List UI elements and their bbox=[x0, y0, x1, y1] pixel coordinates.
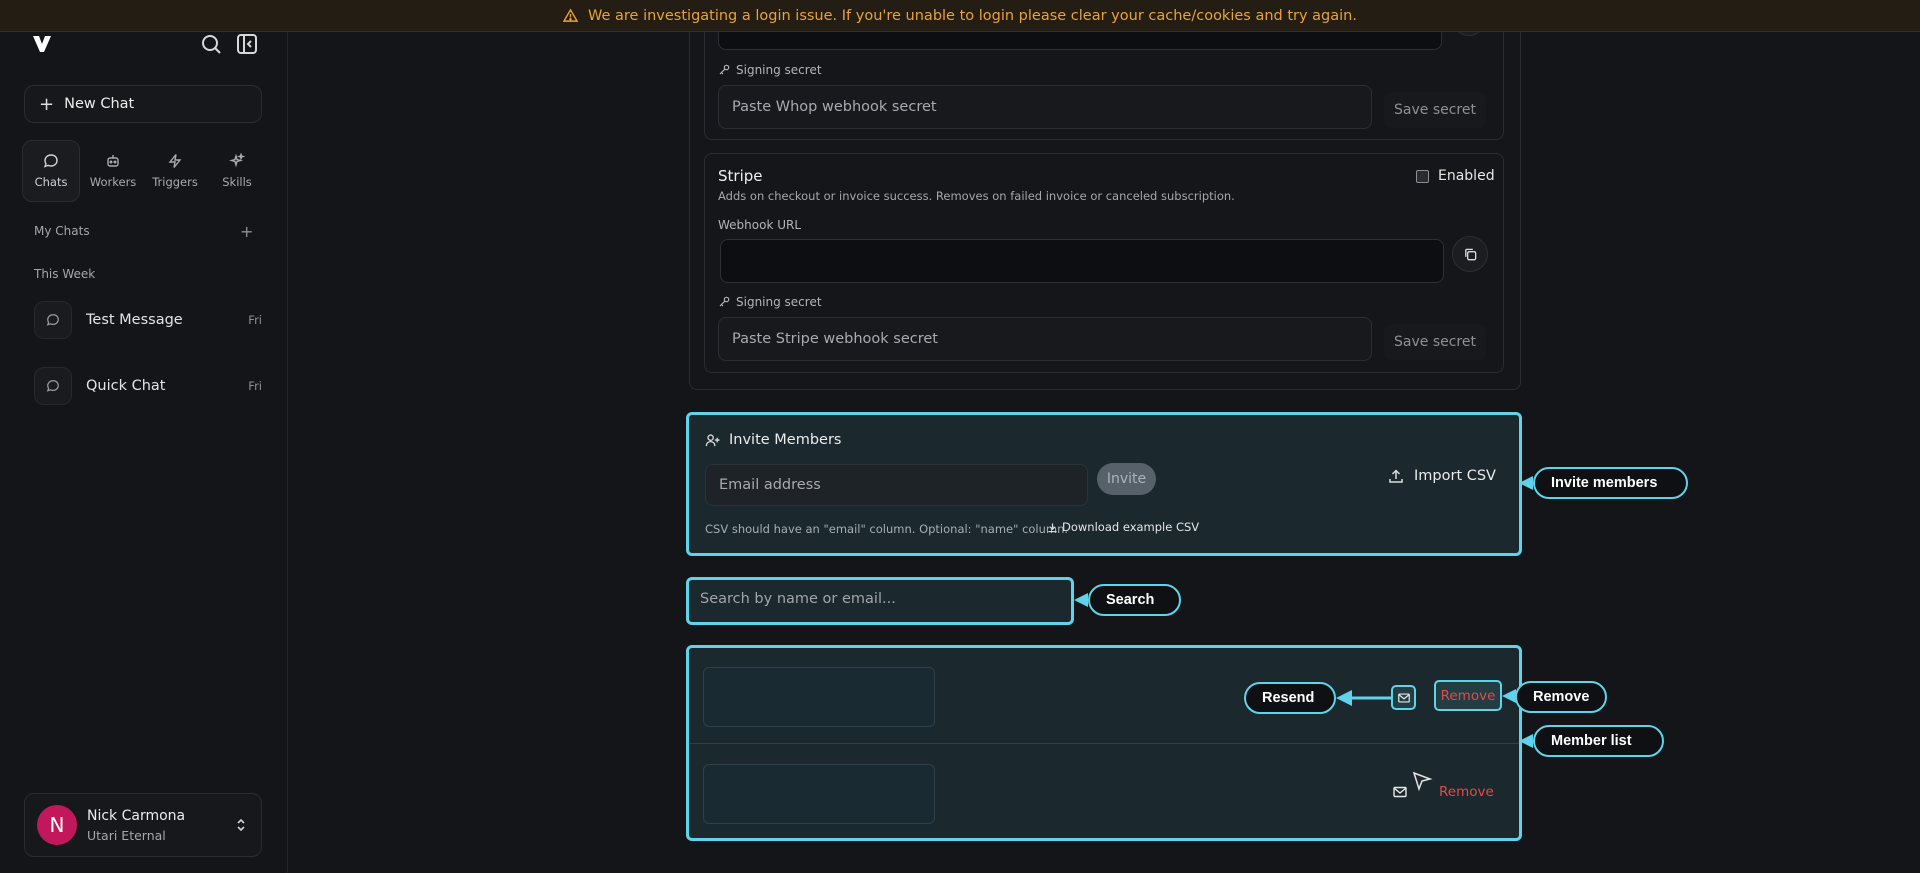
chat-day: Fri bbox=[248, 379, 262, 393]
row-divider bbox=[689, 743, 1519, 744]
chat-list-item[interactable]: Quick Chat Fri bbox=[34, 366, 262, 406]
whop-secret-input[interactable]: Paste Whop webhook secret bbox=[718, 85, 1372, 129]
nav-workers-label: Workers bbox=[89, 175, 137, 189]
chat-list-item[interactable]: Test Message Fri bbox=[34, 300, 262, 340]
nav-skills[interactable]: Skills bbox=[208, 140, 266, 202]
app-logo-icon[interactable] bbox=[30, 32, 54, 56]
email-placeholder: Email address bbox=[719, 477, 821, 493]
upload-icon bbox=[1389, 469, 1403, 483]
chat-title: Test Message bbox=[86, 312, 183, 328]
download-example-link[interactable]: Download example CSV bbox=[1047, 520, 1199, 534]
nav-triggers-label: Triggers bbox=[152, 175, 198, 189]
stripe-secret-input[interactable]: Paste Stripe webhook secret bbox=[718, 317, 1372, 361]
whop-save-secret-button[interactable]: Save secret bbox=[1384, 92, 1486, 128]
mail-icon bbox=[1397, 692, 1410, 703]
invite-button[interactable]: Invite bbox=[1097, 463, 1156, 495]
new-chat-label: New Chat bbox=[64, 96, 135, 112]
whop-secret-placeholder: Paste Whop webhook secret bbox=[732, 99, 937, 115]
whop-signing-label: Signing secret bbox=[718, 63, 822, 77]
nav-skills-label: Skills bbox=[222, 175, 252, 189]
remove-member-button[interactable]: Remove bbox=[1439, 784, 1494, 800]
download-icon bbox=[1048, 522, 1057, 532]
callout-arrow bbox=[1074, 593, 1088, 607]
lightning-icon bbox=[168, 154, 182, 168]
user-name: Nick Carmona bbox=[87, 807, 186, 824]
callout-arrow bbox=[1519, 476, 1533, 490]
import-csv-label: Import CSV bbox=[1414, 468, 1496, 484]
remove-member-button[interactable]: Remove bbox=[1434, 680, 1502, 711]
callout-search: Search bbox=[1088, 584, 1181, 616]
invite-members-title: Invite Members bbox=[729, 432, 842, 448]
nav-workers[interactable]: Workers bbox=[84, 140, 142, 202]
chat-bubble-icon bbox=[34, 301, 72, 339]
search-icon[interactable] bbox=[199, 32, 223, 56]
stripe-secret-placeholder: Paste Stripe webhook secret bbox=[732, 331, 938, 347]
enabled-label: Enabled bbox=[1438, 168, 1495, 184]
nav-chats[interactable]: Chats bbox=[22, 140, 81, 202]
key-icon bbox=[719, 296, 730, 307]
copy-icon[interactable] bbox=[1452, 236, 1488, 272]
nav-triggers[interactable]: Triggers bbox=[146, 140, 204, 202]
member-search-input[interactable]: Search by name or email... bbox=[700, 591, 896, 607]
callout-arrow bbox=[1519, 734, 1533, 748]
callout-invite-members: Invite members bbox=[1533, 467, 1688, 499]
stripe-description: Adds on checkout or invoice success. Rem… bbox=[718, 189, 1235, 203]
stripe-webhook-label: Webhook URL bbox=[718, 218, 801, 232]
announcement-banner: We are investigating a login issue. If y… bbox=[0, 0, 1920, 32]
callout-arrow bbox=[1336, 690, 1392, 706]
resend-invite-button[interactable] bbox=[1391, 685, 1416, 710]
member-info-placeholder bbox=[703, 667, 935, 727]
user-menu[interactable]: N Nick Carmona Utari Eternal bbox=[24, 793, 262, 857]
sparkle-icon bbox=[229, 153, 245, 168]
email-address-input[interactable]: Email address bbox=[705, 464, 1088, 506]
whop-signing-text: Signing secret bbox=[736, 63, 822, 77]
nav-chats-label: Chats bbox=[34, 175, 68, 189]
my-chats-heading: My Chats bbox=[34, 224, 90, 238]
this-week-heading: This Week bbox=[34, 267, 96, 281]
new-chat-button[interactable]: + New Chat bbox=[24, 85, 262, 123]
stripe-signing-label: Signing secret bbox=[718, 295, 822, 309]
callout-member-list: Member list bbox=[1533, 725, 1664, 757]
stripe-webhook-url-field[interactable] bbox=[720, 239, 1444, 283]
banner-text: We are investigating a login issue. If y… bbox=[588, 7, 1357, 24]
plus-icon: + bbox=[39, 93, 55, 115]
warning-icon bbox=[563, 8, 578, 22]
key-icon bbox=[719, 64, 730, 75]
invite-members-heading: Invite Members bbox=[705, 432, 842, 448]
callout-remove: Remove bbox=[1515, 681, 1607, 713]
stripe-signing-text: Signing secret bbox=[736, 295, 822, 309]
robot-icon bbox=[107, 155, 119, 167]
cursor-pointer-icon bbox=[1412, 771, 1433, 792]
member-info-placeholder bbox=[703, 764, 935, 824]
avatar: N bbox=[37, 805, 77, 845]
stripe-webhook-text: Webhook URL bbox=[718, 218, 802, 232]
user-plus-icon bbox=[705, 433, 720, 446]
stripe-save-secret-button[interactable]: Save secret bbox=[1384, 324, 1486, 360]
chat-day: Fri bbox=[248, 313, 262, 327]
callout-resend: Resend bbox=[1244, 682, 1336, 714]
import-csv-button[interactable]: Import CSV bbox=[1388, 468, 1496, 484]
csv-hint: CSV should have an "email" column. Optio… bbox=[705, 522, 1069, 536]
user-org: Utari Eternal bbox=[87, 827, 166, 843]
chat-title: Quick Chat bbox=[86, 378, 166, 394]
enabled-checkbox[interactable] bbox=[1416, 169, 1429, 183]
chat-bubble-icon bbox=[34, 367, 72, 405]
download-example-label: Download example CSV bbox=[1062, 520, 1200, 534]
sidebar-nav: Chats Workers Triggers Skills bbox=[22, 140, 266, 202]
stripe-title: Stripe bbox=[718, 167, 763, 185]
chevron-up-down-icon bbox=[237, 818, 245, 832]
sidebar: + New Chat Chats Workers Triggers Skills… bbox=[0, 0, 288, 873]
chat-bubble-icon bbox=[43, 154, 58, 168]
add-chat-icon[interactable]: + bbox=[240, 222, 253, 241]
mail-icon[interactable] bbox=[1392, 784, 1408, 800]
stripe-enabled-toggle[interactable]: Enabled bbox=[1416, 168, 1495, 184]
collapse-sidebar-icon[interactable] bbox=[235, 32, 259, 56]
